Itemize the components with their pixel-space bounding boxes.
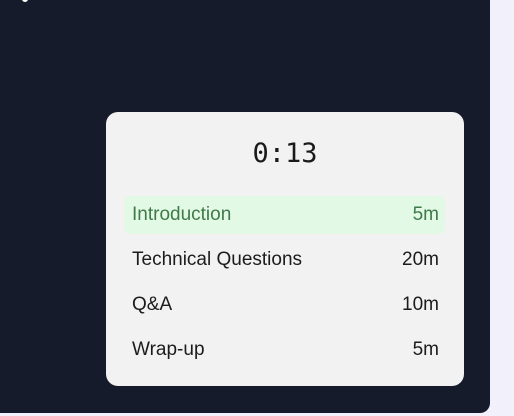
- agenda-item-qa[interactable]: Q&A 10m: [124, 286, 445, 324]
- agenda-item-duration: 10m: [402, 294, 439, 315]
- agenda-item-introduction[interactable]: Introduction 5m: [124, 196, 445, 234]
- agenda-item-label: Technical Questions: [132, 249, 303, 270]
- elapsed-timer: 0:13: [252, 138, 318, 169]
- agenda-item-duration: 20m: [402, 249, 439, 270]
- agenda-item-technical-questions[interactable]: Technical Questions 20m: [124, 241, 445, 279]
- agenda-item-label: Introduction: [132, 204, 232, 225]
- agenda-item-wrap-up[interactable]: Wrap-up 5m: [124, 331, 445, 369]
- agenda-item-label: Wrap-up: [132, 339, 205, 360]
- agenda-item-duration: 5m: [412, 204, 439, 225]
- agenda-list: Introduction 5m Technical Questions 20m …: [124, 196, 445, 376]
- agenda-item-label: Q&A: [132, 294, 173, 315]
- partial-cursor-icon: [22, 0, 28, 2]
- timer-card: 0:13 Introduction 5m Technical Questions…: [106, 112, 464, 386]
- right-edge-panel: [490, 0, 514, 416]
- agenda-item-duration: 5m: [412, 339, 439, 360]
- app-panel: 0:13 Introduction 5m Technical Questions…: [0, 0, 490, 413]
